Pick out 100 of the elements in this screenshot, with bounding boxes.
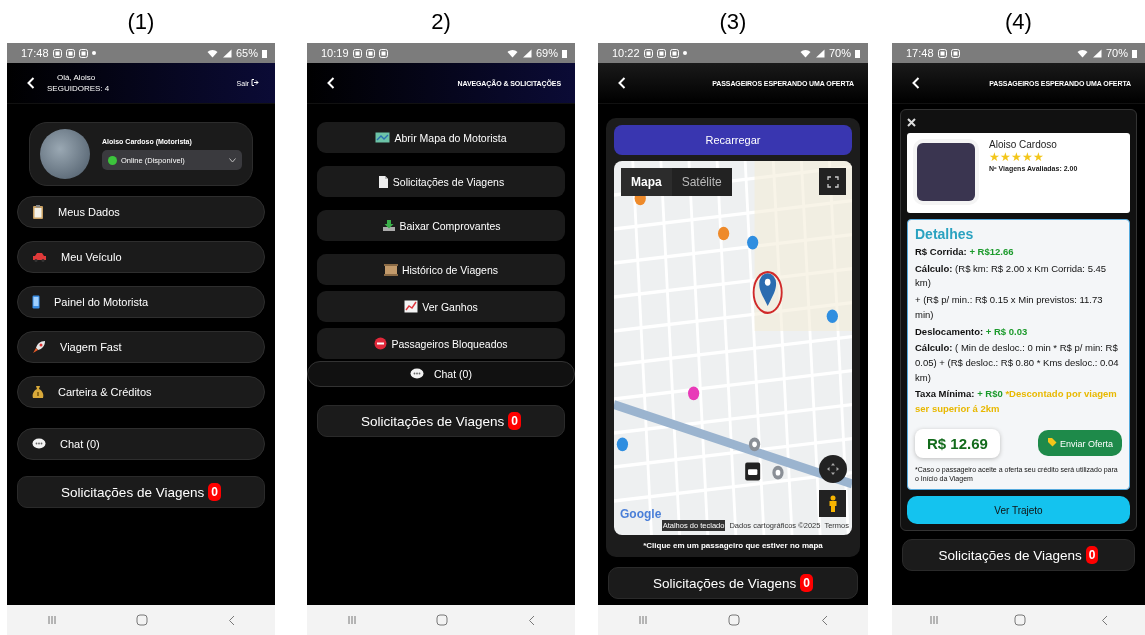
battery-icon xyxy=(562,48,567,58)
battery-level: 70% xyxy=(828,47,851,59)
trip-requests-button[interactable]: Solicitações de Viagens 0 xyxy=(902,539,1135,572)
menu-item[interactable]: Carteira & Créditos xyxy=(17,376,265,408)
fullscreen-button[interactable] xyxy=(819,168,846,195)
trip-requests-button[interactable]: Solicitações de Viagens 0 xyxy=(17,476,265,508)
notification-icon xyxy=(669,48,679,58)
menu-item[interactable]: Meus Dados xyxy=(17,196,265,228)
count-badge: 0 xyxy=(800,574,813,592)
menu-item[interactable]: Solicitações de Viagens xyxy=(317,166,565,197)
notification-icon xyxy=(643,48,653,58)
detail-line: Cálculo: ( Min de desloc.: 0 min * R$ p/ min: R$ 0.05) + (R$ desloc.: R$ 0.80 * Kms desloc.: 0.04 km) xyxy=(915,341,1120,385)
notification-icon xyxy=(937,48,947,58)
notification-icon xyxy=(656,48,666,58)
money-bag-icon xyxy=(32,385,44,399)
panel-caption: (3) xyxy=(719,8,747,35)
panel-caption: (4) xyxy=(1005,8,1032,35)
detail-line: R$ Corrida: + R$12.66 xyxy=(915,245,1015,259)
menu-item[interactable]: Painel do Motorista xyxy=(17,286,265,318)
map-type-tab[interactable]: Mapa xyxy=(621,168,672,196)
signal-icon xyxy=(521,48,532,58)
count-badge: 0 xyxy=(508,412,521,430)
notification-icon xyxy=(378,48,388,58)
send-offer-button[interactable]: Enviar Oferta xyxy=(1038,430,1122,457)
close-icon[interactable] xyxy=(907,118,916,127)
menu-item[interactable]: Histórico de Viagens xyxy=(317,254,565,285)
signal-icon xyxy=(1091,48,1102,58)
online-dot-icon xyxy=(108,155,117,165)
wifi-icon xyxy=(206,48,218,58)
view-route-button[interactable]: Ver Trajeto xyxy=(907,496,1130,525)
chat-button[interactable]: Chat (0) xyxy=(17,428,265,460)
notification-icon xyxy=(52,48,62,58)
car-icon xyxy=(32,252,47,262)
battery-level: 65% xyxy=(235,47,258,59)
menu-item[interactable]: Ver Ganhos xyxy=(317,291,565,322)
star-icon: ★ xyxy=(1000,151,1011,164)
greeting-text: Olá, Aloiso xyxy=(57,73,96,82)
detail-line: + (R$ p/ min.: R$ 0.15 x Min previstos: 11.73 min) xyxy=(915,293,1104,322)
pegman-button[interactable] xyxy=(819,490,846,517)
map-logo: Google xyxy=(620,507,662,521)
pegman-icon xyxy=(827,494,838,513)
details-title: Detalhes xyxy=(915,226,975,242)
tag-icon xyxy=(1047,437,1058,448)
clock: 10:22 xyxy=(612,47,640,59)
clock: 17:48 xyxy=(906,47,934,59)
notification-icon xyxy=(365,48,375,58)
move-icon xyxy=(825,461,841,477)
notification-icon xyxy=(65,48,75,58)
phone-icon xyxy=(32,295,40,309)
home-icon[interactable] xyxy=(728,614,741,626)
chat-icon xyxy=(32,438,46,450)
notification-dot-icon xyxy=(682,51,687,55)
chat-button[interactable]: Chat (0) xyxy=(307,361,575,387)
home-icon[interactable] xyxy=(136,614,149,626)
count-badge: 0 xyxy=(1085,546,1099,565)
logout-icon xyxy=(251,79,259,86)
notification-dot-icon xyxy=(91,51,96,55)
rocket-icon xyxy=(32,340,46,354)
document-icon xyxy=(377,174,389,189)
battery-icon xyxy=(1132,48,1137,58)
wifi-icon xyxy=(799,48,811,58)
reload-button[interactable]: Recarregar xyxy=(614,125,852,155)
menu-item[interactable]: Viagem Fast xyxy=(17,331,265,363)
battery-level: 69% xyxy=(535,47,558,59)
trip-requests-button[interactable]: Solicitações de Viagens 0 xyxy=(608,567,858,599)
passenger-name: Aloiso Cardoso xyxy=(989,139,1058,150)
chart-icon xyxy=(404,300,419,313)
menu-item[interactable]: Meu Veículo xyxy=(17,241,265,273)
notification-icon xyxy=(352,48,362,58)
no-entry-icon xyxy=(374,337,388,350)
followers-count: SEGUIDORES: 4 xyxy=(47,84,110,93)
star-icon: ★ xyxy=(1022,151,1033,164)
price-field[interactable]: R$ 12.69 xyxy=(915,428,1000,458)
signal-icon xyxy=(814,48,825,58)
home-icon[interactable] xyxy=(1014,614,1026,626)
star-icon: ★ xyxy=(1011,151,1022,164)
battery-level: 70% xyxy=(1105,47,1128,59)
home-icon[interactable] xyxy=(436,614,449,626)
menu-item[interactable]: Baixar Comprovantes xyxy=(317,210,565,241)
chevron-down-icon xyxy=(229,157,236,163)
star-icon: ★ xyxy=(1033,151,1044,164)
trip-requests-button[interactable]: Solicitações de Viagens 0 xyxy=(317,405,565,437)
notification-icon xyxy=(78,48,88,58)
star-icon: ★ xyxy=(989,151,1000,164)
wifi-icon xyxy=(506,48,518,58)
panel-caption: 2) xyxy=(431,8,451,35)
signal-icon xyxy=(221,48,232,58)
map-hint: *Clique em um passageiro que estiver no mapa xyxy=(642,541,824,550)
detail-line: Taxa Mínima: + R$0 *Descontado por viagem ser superior á 2km xyxy=(915,387,1118,417)
menu-item[interactable]: Abrir Mapa do Motorista xyxy=(317,122,565,153)
avatar-placeholder xyxy=(40,129,90,179)
clipboard-icon xyxy=(32,205,44,219)
clock: 17:48 xyxy=(21,47,49,59)
scroll-icon xyxy=(383,263,398,276)
clock: 10:19 xyxy=(321,47,349,59)
count-badge: 0 xyxy=(208,483,221,501)
detail-line: Deslocamento: + R$ 0.03 xyxy=(915,324,1029,339)
battery-icon xyxy=(262,48,267,58)
menu-item[interactable]: Passageiros Bloqueados xyxy=(317,328,565,359)
map-icon xyxy=(375,132,391,143)
